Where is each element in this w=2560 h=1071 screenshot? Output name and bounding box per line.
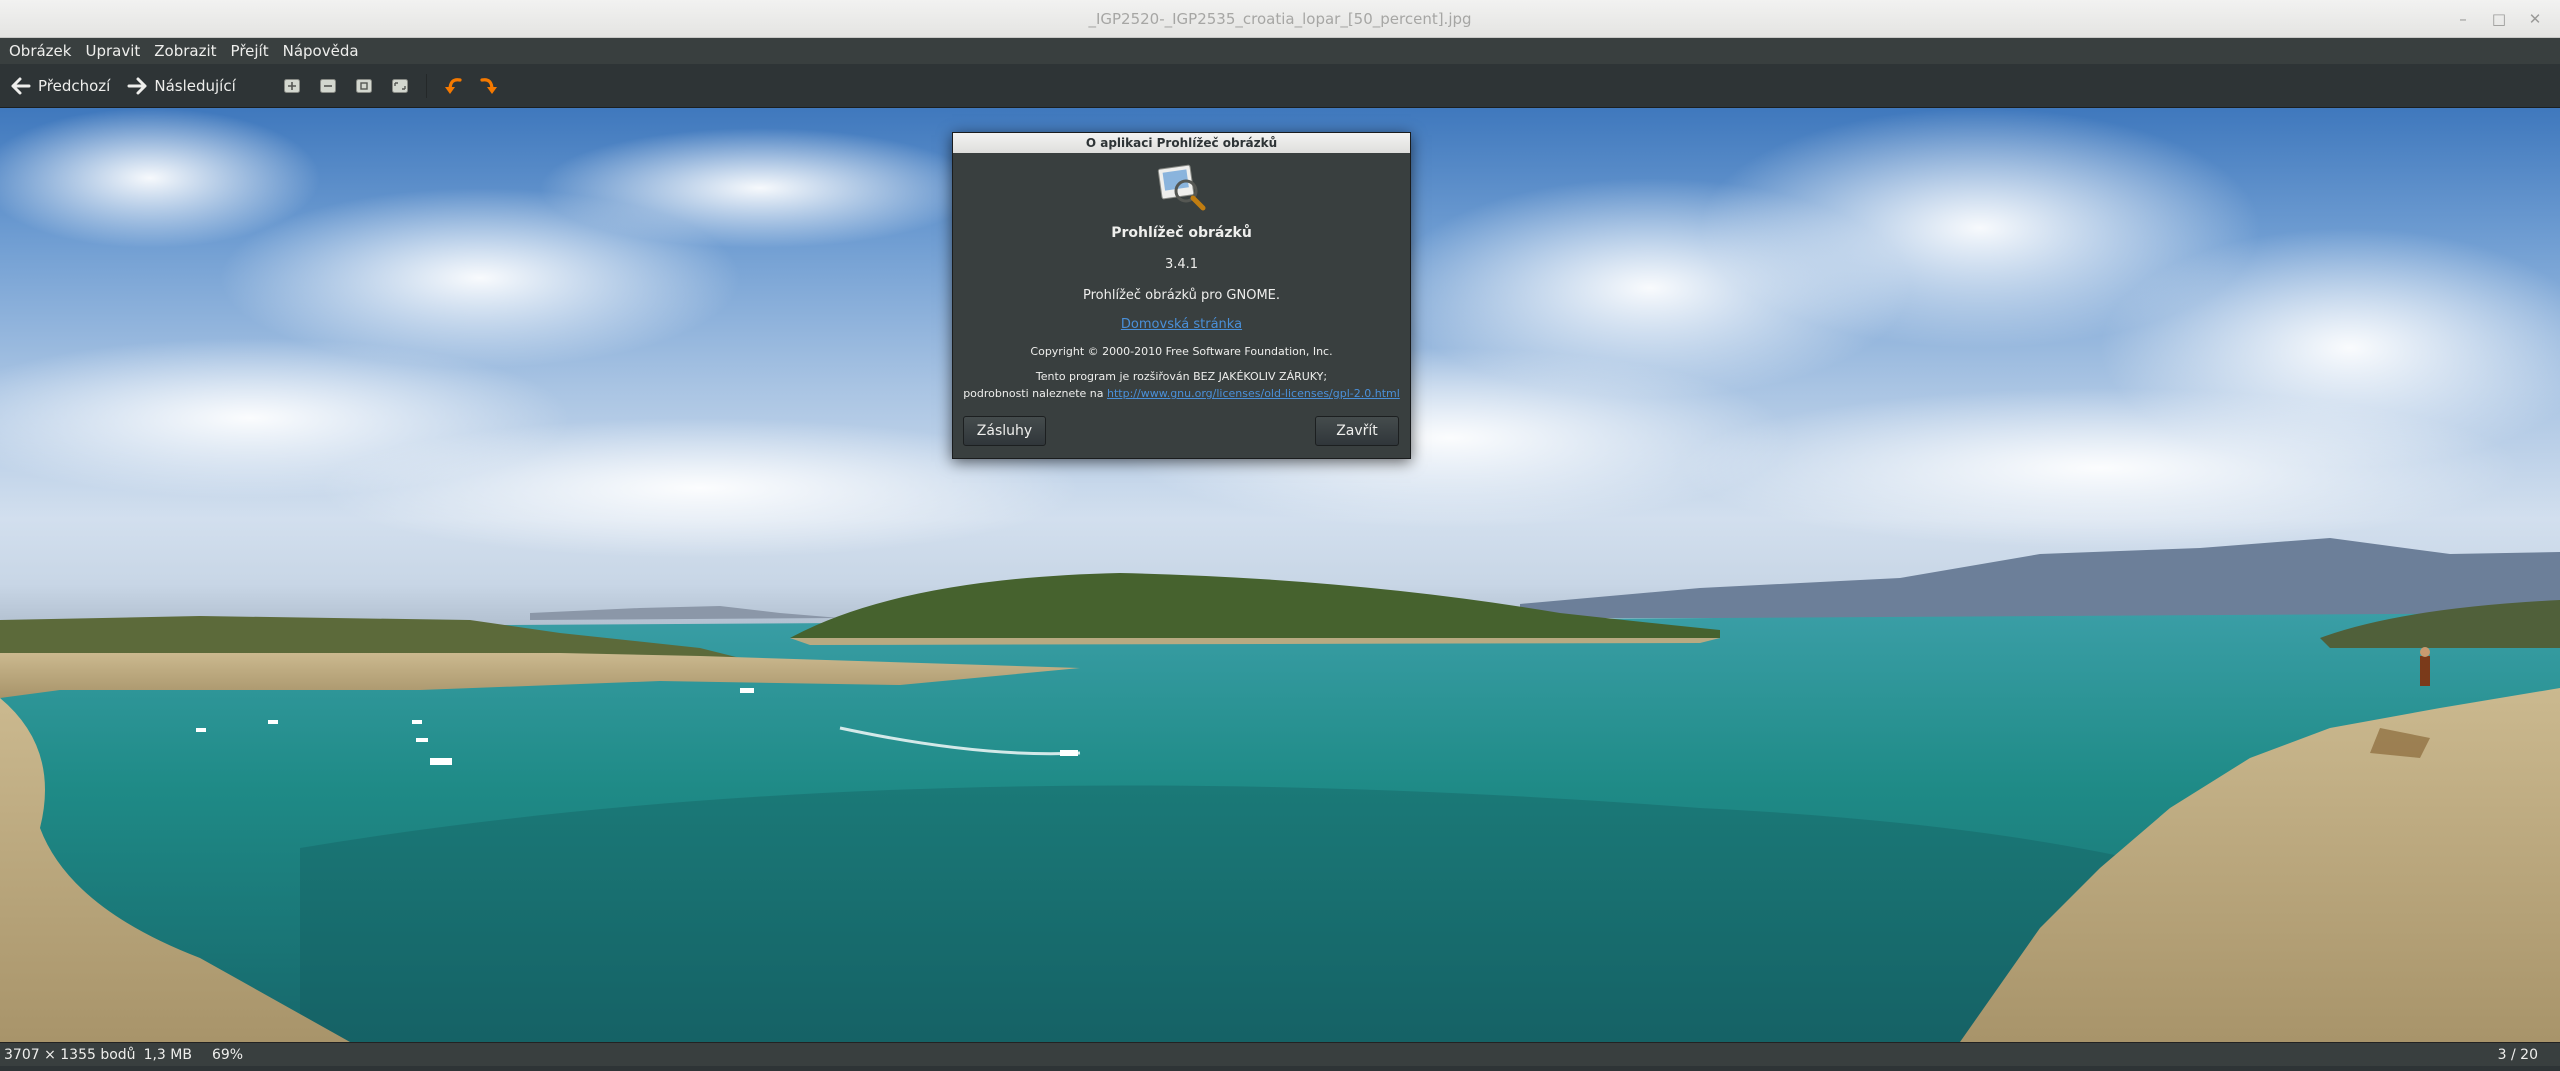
app-version: 3.4.1 [1164,257,1199,272]
zoom-out-button[interactable] [352,74,376,98]
status-bar: 3707 × 1355 bodů 1,3 MB 69% 3 / 20 [0,1042,2560,1066]
menu-view[interactable]: Zobrazit [149,42,225,60]
maximize-button[interactable]: □ [2482,7,2516,31]
rotate-left-button[interactable] [441,74,465,98]
toolbar-separator [425,73,427,98]
credits-button[interactable]: Zásluhy [963,416,1046,446]
app-description: Prohlížeč obrázků pro GNOME. [1082,288,1281,303]
image-position: 3 / 20 [2497,1047,2538,1063]
image-file-size: 1,3 MB [143,1046,192,1063]
minimize-button[interactable]: – [2446,7,2480,31]
about-dialog-title[interactable]: O aplikaci Prohlížeč obrázků [953,133,1410,153]
menu-image[interactable]: Obrázek [4,42,80,60]
close-dialog-button[interactable]: Zavřít [1315,416,1399,446]
zoom-level: 69% [211,1046,244,1063]
license-text-line2: podrobnosti naleznete na http://www.gnu.… [953,387,1410,400]
window-bottom-edge [0,1066,2560,1071]
rotate-right-icon [480,77,497,94]
menu-bar: Obrázek Upravit Zobrazit Přejít Nápověda [0,38,2560,64]
rotate-right-button[interactable] [477,74,501,98]
menu-help[interactable]: Nápověda [278,42,368,60]
zoom-normal-icon [319,78,336,93]
previous-label: Předchozí [38,76,111,95]
copyright-text: Copyright © 2000-2010 Free Software Foun… [1030,345,1333,358]
zoom-fit-icon [391,78,408,93]
next-button[interactable]: Následující [126,75,236,97]
zoom-fit-button[interactable] [388,74,412,98]
previous-button[interactable]: Předchozí [10,75,110,97]
zoom-out-icon [355,78,372,93]
next-label: Následující [154,76,236,95]
zoom-in-button[interactable] [280,74,304,98]
website-link[interactable]: Domovská stránka [953,317,1410,332]
menu-edit[interactable]: Upravit [80,42,149,60]
image-viewer-app-icon [1157,164,1206,211]
zoom-in-icon [283,78,300,93]
license-text-line1: Tento program je rozšiřován BEZ JAKÉKOLI… [1035,370,1328,383]
window-title: _IGP2520-_IGP2535_croatia_lopar_[50_perc… [1088,10,1472,28]
zoom-normal-button[interactable] [316,74,340,98]
arrow-right-icon [127,77,147,94]
license-prefix: podrobnosti naleznete na [963,387,1108,400]
image-dimensions: 3707 × 1355 bodů [4,1046,136,1063]
close-window-button[interactable]: ✕ [2518,7,2552,31]
about-dialog: O aplikaci Prohlížeč obrázků Prohlížeč o… [952,132,1411,459]
license-link[interactable]: http://www.gnu.org/licenses/old-licenses… [1107,387,1400,400]
menu-go[interactable]: Přejít [226,42,278,60]
app-name: Prohlížeč obrázků [1111,225,1252,241]
arrow-left-icon [11,77,31,94]
toolbar: Předchozí Následující [0,64,2560,108]
window-titlebar[interactable]: _IGP2520-_IGP2535_croatia_lopar_[50_perc… [0,0,2560,38]
rotate-left-icon [444,77,462,94]
